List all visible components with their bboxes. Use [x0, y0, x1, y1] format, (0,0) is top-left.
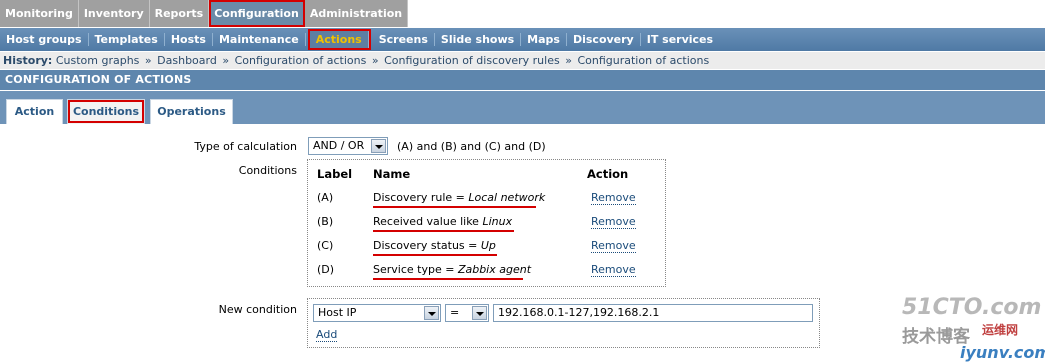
condition-name-prefix: Service type =: [373, 263, 458, 276]
condition-name-value: Local network: [468, 191, 546, 204]
column-header-action: Action: [587, 167, 629, 181]
add-condition-link[interactable]: Add: [316, 328, 338, 342]
column-header-label: Label: [317, 167, 353, 181]
top-menu: Monitoring Inventory Reports Configurati…: [0, 0, 1045, 27]
red-underline: [373, 254, 497, 256]
red-underline: [373, 278, 523, 280]
condition-name: Service type = Zabbix agent: [373, 263, 531, 276]
history-link-configuration-of-actions[interactable]: Configuration of actions: [235, 54, 367, 67]
watermark-line1: 51CTO.com: [902, 295, 1041, 320]
submenu-it-services[interactable]: IT services: [641, 33, 719, 46]
table-row: (B) Received value like Linux Remove: [308, 209, 665, 233]
history-separator: »: [222, 54, 230, 67]
condition-type-value: Host IP: [318, 306, 357, 319]
submenu-slide-shows[interactable]: Slide shows: [435, 33, 522, 46]
history-link-configuration-of-actions-2[interactable]: Configuration of actions: [577, 54, 709, 67]
tab-conditions[interactable]: Conditions: [67, 99, 145, 124]
condition-name: Discovery status = Up: [373, 239, 496, 252]
submenu-maintenance[interactable]: Maintenance: [213, 33, 306, 46]
conditions-form: Type of calculation AND / OR (A) and (B)…: [0, 124, 1045, 364]
condition-name: Discovery rule = Local network: [373, 191, 545, 204]
red-underline: [373, 230, 514, 232]
condition-label: (D): [317, 263, 335, 276]
submenu-actions[interactable]: Actions: [307, 29, 371, 50]
history-separator: »: [565, 54, 572, 67]
form-tabs: Action Conditions Operations: [0, 91, 1045, 124]
condition-label: (C): [317, 239, 334, 252]
history-separator: »: [371, 54, 379, 67]
history-link-configuration-of-discovery-rules[interactable]: Configuration of discovery rules: [384, 54, 560, 67]
page-title: CONFIGURATION OF ACTIONS: [0, 70, 1045, 90]
new-condition-box: Host IP = 192.168.0.1-127,192.168.2.1 Ad…: [307, 298, 820, 348]
column-header-name: Name: [373, 167, 411, 181]
red-underline: [373, 206, 536, 208]
sub-menu: Host groups Templates Hosts Maintenance …: [0, 28, 1045, 51]
conditions-label: Conditions: [238, 164, 297, 177]
condition-label: (B): [317, 215, 334, 228]
tab-monitoring[interactable]: Monitoring: [0, 0, 79, 27]
tab-inventory[interactable]: Inventory: [79, 0, 150, 27]
remove-link[interactable]: Remove: [591, 191, 636, 205]
tab-reports[interactable]: Reports: [150, 0, 210, 27]
submenu-screens[interactable]: Screens: [373, 33, 435, 46]
submenu-hosts[interactable]: Hosts: [165, 33, 213, 46]
submenu-host-groups[interactable]: Host groups: [0, 33, 89, 46]
watermark-line3: 运维网: [982, 322, 1018, 337]
calculation-expression: (A) and (B) and (C) and (D): [397, 140, 546, 153]
history-link-dashboard[interactable]: Dashboard: [157, 54, 217, 67]
conditions-table: Label Name Action (A) Discovery rule = L…: [307, 159, 666, 287]
condition-name: Received value like Linux: [373, 215, 512, 228]
condition-operator-value: =: [450, 306, 460, 319]
condition-name-value: Up: [480, 239, 496, 252]
calculation-select[interactable]: AND / OR: [308, 137, 388, 155]
watermark-logo: 51CTO.com 技术博客 运维网 iyunv.com: [900, 292, 1045, 364]
tab-operations[interactable]: Operations: [150, 99, 233, 124]
condition-operator-select[interactable]: =: [445, 304, 489, 322]
watermark-line4: iyunv.com: [960, 343, 1045, 362]
condition-name-value: Linux: [482, 215, 513, 228]
remove-link[interactable]: Remove: [591, 239, 636, 253]
history-separator: »: [144, 54, 152, 67]
condition-type-select[interactable]: Host IP: [313, 304, 441, 322]
chevron-down-icon[interactable]: [371, 139, 386, 153]
history-label: History:: [3, 54, 53, 67]
submenu-maps[interactable]: Maps: [521, 33, 567, 46]
new-condition-label: New condition: [218, 303, 297, 316]
table-row: (D) Service type = Zabbix agent Remove: [308, 257, 665, 281]
chevron-down-icon[interactable]: [424, 306, 439, 320]
watermark-svg: 51CTO.com 技术博客 运维网 iyunv.com: [902, 295, 1045, 362]
calculation-select-value: AND / OR: [313, 139, 365, 152]
condition-name-prefix: Discovery status =: [373, 239, 481, 252]
remove-link[interactable]: Remove: [591, 215, 636, 229]
condition-name-prefix: Discovery rule =: [373, 191, 469, 204]
submenu-templates[interactable]: Templates: [89, 33, 165, 46]
table-row: (C) Discovery status = Up Remove: [308, 233, 665, 257]
condition-name-value: Zabbix agent: [457, 263, 532, 276]
tab-configuration[interactable]: Configuration: [209, 0, 305, 27]
submenu-discovery[interactable]: Discovery: [567, 33, 641, 46]
table-row: (A) Discovery rule = Local network Remov…: [308, 185, 665, 209]
tab-administration[interactable]: Administration: [304, 0, 409, 27]
history-link-custom-graphs[interactable]: Custom graphs: [56, 54, 140, 67]
chevron-down-icon[interactable]: [472, 306, 487, 320]
condition-value-input[interactable]: 192.168.0.1-127,192.168.2.1: [493, 304, 813, 322]
type-of-calculation-label: Type of calculation: [194, 140, 297, 153]
condition-label: (A): [317, 191, 334, 204]
tab-action[interactable]: Action: [6, 99, 63, 124]
remove-link[interactable]: Remove: [591, 263, 636, 277]
breadcrumb: History: Custom graphs » Dashboard » Con…: [0, 52, 1045, 69]
condition-name-prefix: Received value like: [373, 215, 483, 228]
